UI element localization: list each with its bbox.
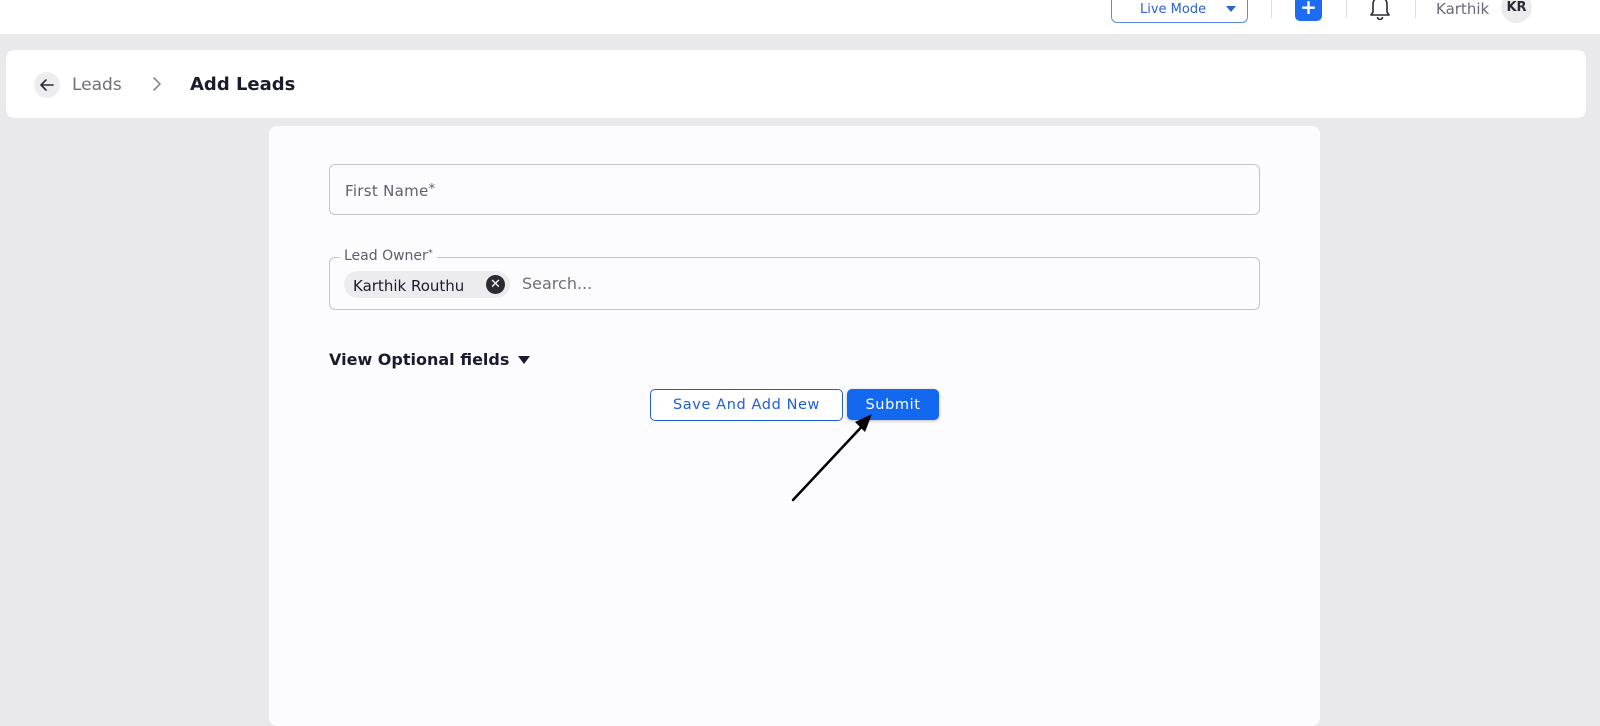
user-name[interactable]: Karthik xyxy=(1436,0,1489,18)
close-icon[interactable]: ✕ xyxy=(486,275,505,294)
arrow-left-glyph xyxy=(40,79,54,91)
arrow-pointer-annotation xyxy=(791,414,872,502)
lead-owner-chip[interactable]: Karthik Routhu ✕ xyxy=(344,271,510,298)
breadcrumb: Leads Add Leads xyxy=(6,50,1586,118)
divider xyxy=(1271,0,1272,18)
avatar[interactable]: KR xyxy=(1501,0,1532,23)
first-name-label-text: First Name xyxy=(345,182,429,200)
add-button[interactable]: + xyxy=(1295,0,1322,21)
arrow-left-icon[interactable] xyxy=(34,72,60,98)
divider xyxy=(1415,0,1416,18)
divider xyxy=(1346,0,1347,18)
lead-owner-label-text: Lead Owner xyxy=(344,248,428,264)
top-bar: Live Mode + Karthik KR xyxy=(0,0,1600,34)
lead-owner-search-input[interactable] xyxy=(522,269,1222,297)
lead-owner-field[interactable]: Lead Owner* Karthik Routhu ✕ xyxy=(329,248,1260,310)
required-marker: * xyxy=(428,182,436,197)
first-name-field[interactable]: First Name* xyxy=(329,164,1260,215)
mode-select[interactable]: Live Mode xyxy=(1111,0,1248,23)
view-optional-fields-label: View Optional fields xyxy=(329,350,510,369)
view-optional-fields-toggle[interactable]: View Optional fields xyxy=(329,350,531,369)
bell-icon[interactable] xyxy=(1367,0,1393,20)
first-name-label: First Name* xyxy=(345,182,435,200)
breadcrumb-leads-link[interactable]: Leads xyxy=(72,75,122,95)
lead-owner-label: Lead Owner* xyxy=(340,248,437,264)
mode-select-label: Live Mode xyxy=(1140,2,1207,17)
caret-down-icon xyxy=(1226,6,1236,12)
chevron-right-icon xyxy=(153,77,161,91)
required-marker: * xyxy=(427,248,433,259)
lead-owner-chip-label: Karthik Routhu xyxy=(353,277,465,295)
caret-down-icon xyxy=(518,355,531,364)
page-title: Add Leads xyxy=(190,74,296,95)
